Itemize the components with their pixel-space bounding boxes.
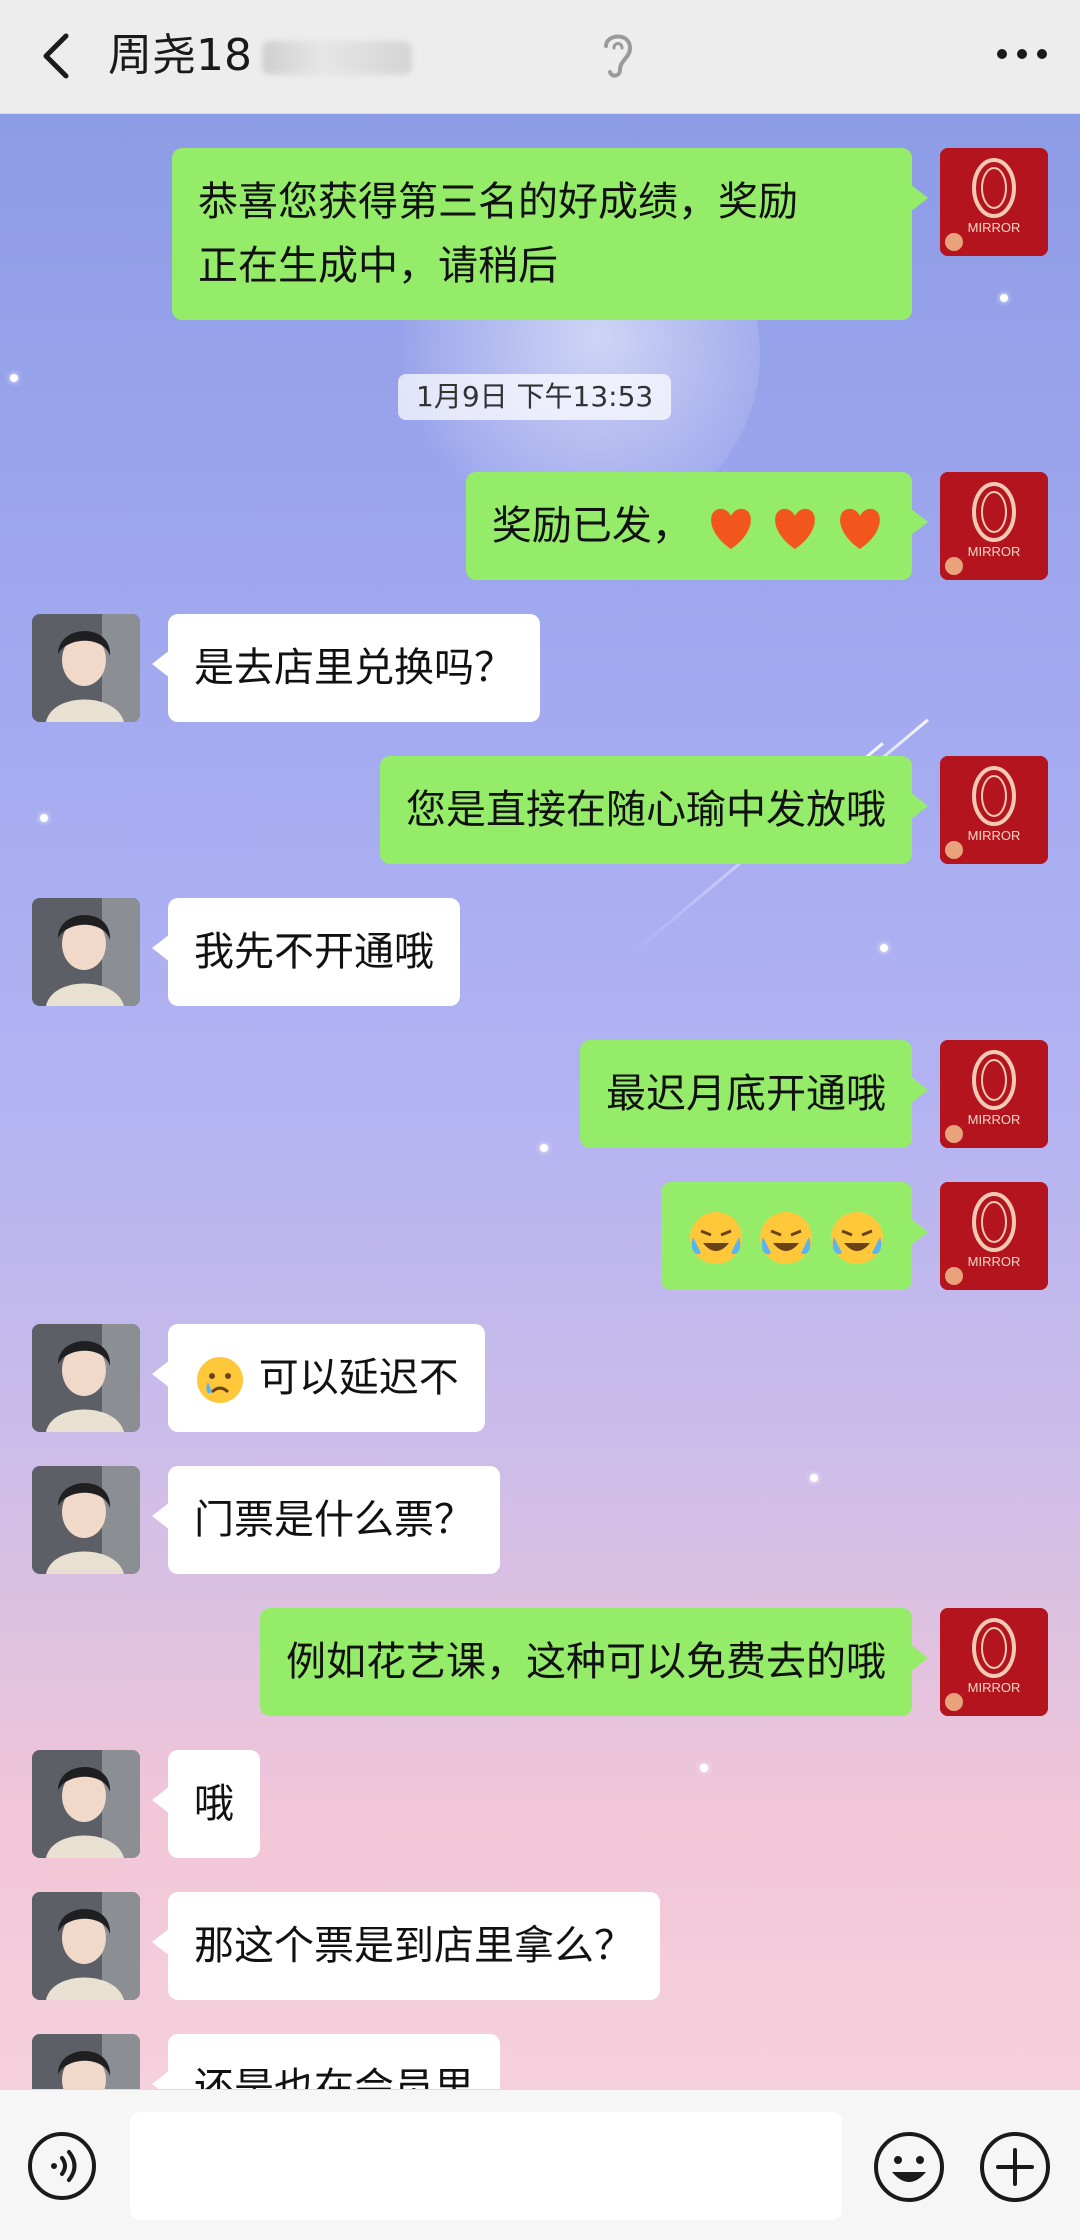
message-bubble[interactable]: 那这个票是到店里拿么？ bbox=[152, 1892, 660, 2000]
svg-text:MIRROR: MIRROR bbox=[968, 1112, 1021, 1127]
star-dot bbox=[880, 944, 888, 952]
contact-avatar[interactable] bbox=[32, 1466, 140, 1574]
contact-avatar[interactable] bbox=[32, 1750, 140, 1858]
message-bubble[interactable]: 您是直接在随心瑜中发放哦 bbox=[380, 756, 928, 864]
star-dot bbox=[10, 374, 18, 382]
message-bubble[interactable]: 恭喜您获得第三名的好成绩，奖励 正在生成中，请稍后 bbox=[172, 148, 928, 320]
emoji-icon[interactable] bbox=[872, 2130, 946, 2204]
voice-icon[interactable] bbox=[26, 2130, 98, 2202]
heart-icon bbox=[775, 508, 816, 549]
star-dot bbox=[40, 814, 48, 822]
my-avatar[interactable]: MIRROR bbox=[940, 472, 1048, 580]
message-text: 是去店里兑换吗？ bbox=[194, 645, 514, 691]
message-text-line: 正在生成中，请稍后 bbox=[198, 243, 558, 289]
message-bubble[interactable]: 哦 bbox=[152, 1750, 260, 1858]
contact-avatar[interactable] bbox=[32, 898, 140, 1006]
plus-circle-icon[interactable] bbox=[978, 2130, 1052, 2204]
input-bar bbox=[0, 2089, 1080, 2240]
star-dot bbox=[810, 1474, 818, 1482]
star-dot bbox=[700, 1764, 708, 1772]
timestamp: 1月9日 下午13:53 bbox=[398, 374, 672, 420]
chevron-left-icon[interactable] bbox=[30, 28, 86, 84]
my-avatar[interactable]: MIRROR bbox=[940, 1182, 1048, 1290]
message-bubble[interactable] bbox=[660, 1182, 929, 1290]
svg-text:MIRROR: MIRROR bbox=[968, 1254, 1021, 1269]
heart-icon bbox=[710, 508, 751, 549]
message-bubble[interactable]: 我先不开通哦 bbox=[152, 898, 460, 1006]
message-text: 例如花艺课，这种可以免费去的哦 bbox=[286, 1639, 886, 1685]
contact-avatar[interactable] bbox=[32, 614, 140, 722]
message-text: 最迟月底开通哦 bbox=[606, 1071, 886, 1117]
message-input[interactable] bbox=[130, 2112, 842, 2220]
message-text: 门票是什么票？ bbox=[194, 1497, 474, 1543]
contact-avatar[interactable] bbox=[32, 1324, 140, 1432]
svg-text:MIRROR: MIRROR bbox=[968, 220, 1021, 235]
chat-title: 周尧18 bbox=[108, 26, 412, 86]
svg-text:MIRROR: MIRROR bbox=[968, 828, 1021, 843]
message-text: 哦 bbox=[194, 1781, 234, 1827]
svg-text:MIRROR: MIRROR bbox=[968, 1680, 1021, 1695]
message-bubble[interactable]: 可以延迟不 bbox=[152, 1324, 485, 1432]
message-bubble[interactable]: 最迟月底开通哦 bbox=[580, 1040, 928, 1148]
message-bubble[interactable]: 是去店里兑换吗？ bbox=[152, 614, 540, 722]
message-text: 那这个票是到店里拿么？ bbox=[194, 1923, 634, 1969]
redacted-title bbox=[262, 41, 412, 75]
loudly-crying-laughing-icon bbox=[689, 1212, 742, 1264]
my-avatar[interactable]: MIRROR bbox=[940, 1608, 1048, 1716]
message-bubble[interactable]: 门票是什么票？ bbox=[152, 1466, 500, 1574]
my-avatar[interactable]: MIRROR bbox=[940, 148, 1048, 256]
chat-title-text: 周尧18 bbox=[108, 30, 252, 81]
message-text: 可以延迟不 bbox=[258, 1355, 459, 1401]
heart-icon bbox=[840, 508, 880, 549]
chat-header: 周尧18 bbox=[0, 0, 1080, 114]
message-bubble[interactable]: 例如花艺课，这种可以免费去的哦 bbox=[260, 1608, 928, 1716]
message-text-line: 恭喜您获得第三名的好成绩，奖励 bbox=[198, 179, 798, 225]
more-dots-icon[interactable] bbox=[992, 34, 1052, 74]
loudly-crying-laughing-icon bbox=[760, 1212, 813, 1264]
loudly-crying-laughing-icon bbox=[831, 1212, 883, 1264]
svg-text:MIRROR: MIRROR bbox=[968, 544, 1021, 559]
message-bubble[interactable]: 奖励已发， bbox=[465, 472, 929, 580]
message-text: 奖励已发， bbox=[491, 503, 692, 549]
star-dot bbox=[540, 1144, 548, 1152]
crying-face-icon bbox=[197, 1357, 243, 1403]
ear-icon bbox=[604, 34, 633, 78]
my-avatar[interactable]: MIRROR bbox=[940, 756, 1048, 864]
my-avatar[interactable]: MIRROR bbox=[940, 1040, 1048, 1148]
star-dot bbox=[1000, 294, 1008, 302]
contact-avatar[interactable] bbox=[32, 1892, 140, 2000]
message-text: 您是直接在随心瑜中发放哦 bbox=[406, 787, 886, 833]
message-text: 我先不开通哦 bbox=[194, 929, 434, 975]
